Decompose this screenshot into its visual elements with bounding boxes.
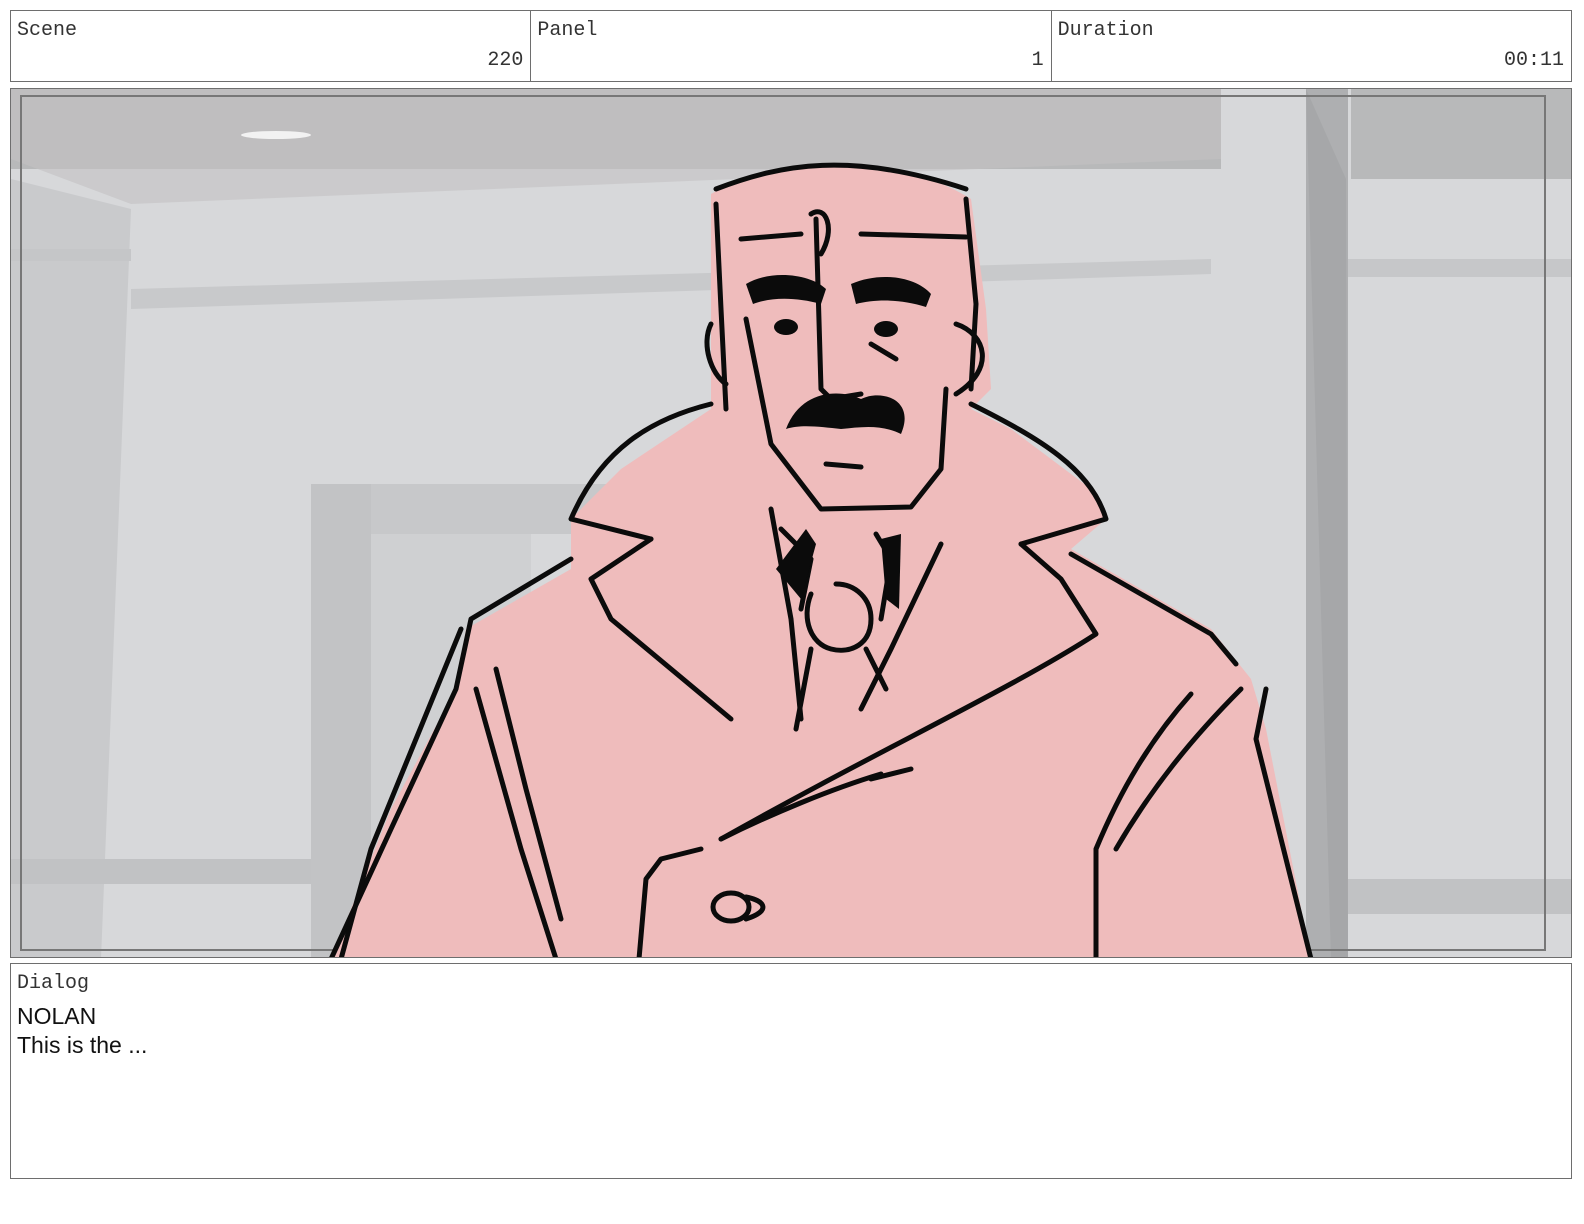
right-molding [1348,259,1571,277]
panel-cell: Panel 1 [531,11,1052,81]
dialog-line: This is the ... [17,1032,148,1058]
dialog-text: NOLAN This is the ... [17,1002,147,1060]
floor-base-right [1348,879,1571,914]
scene-label: Scene [17,19,78,42]
storyboard-sketch [11,89,1571,957]
duration-cell: Duration 00:11 [1052,11,1571,81]
panel-value: 1 [1031,49,1044,72]
duration-label: Duration [1057,19,1154,42]
ceiling-light [241,131,311,139]
molding-left [11,249,131,261]
panel-label: Panel [537,19,598,42]
storyboard-panel-image [10,88,1572,958]
scene-value: 220 [487,49,524,72]
dialog-box: Dialog NOLAN This is the ... [10,963,1572,1179]
scene-cell: Scene 220 [11,11,532,81]
dialog-label: Dialog [17,972,90,995]
dialog-speaker: NOLAN [17,1003,97,1029]
floor-base [11,859,311,884]
duration-value: 00:11 [1503,49,1564,72]
ceiling-right [1351,89,1571,179]
panel-header: Scene 220 Panel 1 Duration 00:11 [10,10,1572,82]
